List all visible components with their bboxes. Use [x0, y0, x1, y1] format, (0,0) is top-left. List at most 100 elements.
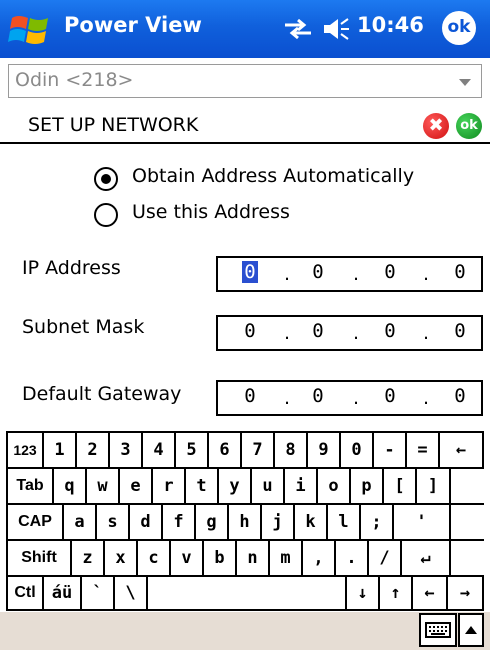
key-backslash[interactable]: \ [115, 577, 148, 609]
clock[interactable]: 10:46 [357, 13, 424, 37]
radio-obtain-automatically[interactable]: Obtain Address Automatically [94, 165, 474, 195]
key-n[interactable]: n [237, 541, 270, 575]
key-0[interactable]: 0 [341, 433, 374, 467]
key-k[interactable]: k [295, 505, 328, 539]
key-backtick[interactable]: ` [82, 577, 115, 609]
keyboard-row-3: CAP a s d f g h j k l ; ' [6, 503, 484, 539]
tab-key[interactable]: Tab [6, 469, 54, 503]
key-x[interactable]: x [105, 541, 138, 575]
section-header: SET UP NETWORK ✖ ok [0, 108, 490, 144]
arrow-right-key[interactable]: → [448, 577, 484, 609]
key-u[interactable]: u [252, 469, 285, 503]
menu-bar [0, 612, 490, 650]
octet-separator: . [423, 387, 430, 409]
device-select-value: Odin <218> [15, 69, 134, 91]
device-select[interactable]: Odin <218> [8, 64, 482, 98]
key-r[interactable]: r [153, 469, 186, 503]
gateway-octet-3[interactable]: 0 [378, 385, 402, 407]
chevron-up-icon [465, 626, 477, 634]
key-e[interactable]: e [120, 469, 153, 503]
octet-separator: . [353, 322, 360, 344]
gateway-octet-2[interactable]: 0 [306, 385, 330, 407]
key-period[interactable]: . [336, 541, 369, 575]
backspace-key[interactable]: ← [440, 433, 484, 467]
caps-lock-key[interactable]: CAP [6, 505, 64, 539]
key-123[interactable]: 123 [6, 433, 44, 467]
arrow-left-key[interactable]: ← [413, 577, 448, 609]
enter-key[interactable]: ↵ [402, 541, 451, 575]
key-equals[interactable]: = [407, 433, 440, 467]
key-6[interactable]: 6 [209, 433, 242, 467]
key-minus[interactable]: - [374, 433, 407, 467]
space-key[interactable] [148, 577, 347, 609]
key-s[interactable]: s [97, 505, 130, 539]
key-4[interactable]: 4 [143, 433, 176, 467]
key-2[interactable]: 2 [77, 433, 110, 467]
octet-separator: . [423, 322, 430, 344]
key-right-bracket[interactable]: ] [417, 469, 451, 503]
key-j[interactable]: j [262, 505, 295, 539]
key-3[interactable]: 3 [110, 433, 143, 467]
key-comma[interactable]: , [303, 541, 336, 575]
key-m[interactable]: m [270, 541, 303, 575]
title-ok-button[interactable]: ok [442, 11, 476, 45]
connectivity-icon[interactable] [282, 18, 314, 40]
cancel-button[interactable]: ✖ [423, 113, 449, 139]
key-c[interactable]: c [138, 541, 171, 575]
gateway-octet-1[interactable]: 0 [238, 385, 262, 407]
ip-octet-4[interactable]: 0 [448, 261, 472, 283]
key-o[interactable]: o [318, 469, 351, 503]
key-b[interactable]: b [204, 541, 237, 575]
key-i[interactable]: i [285, 469, 318, 503]
gateway-octet-4[interactable]: 0 [448, 385, 472, 407]
key-v[interactable]: v [171, 541, 204, 575]
key-slash[interactable]: / [369, 541, 402, 575]
ok-button[interactable]: ok [456, 113, 482, 139]
keyboard-toggle-button[interactable] [419, 613, 457, 647]
ctrl-key[interactable]: Ctl [6, 577, 44, 609]
ip-octet-1[interactable]: 0 [242, 261, 258, 283]
key-9[interactable]: 9 [308, 433, 341, 467]
ip-octet-3[interactable]: 0 [378, 261, 402, 283]
subnet-octet-2[interactable]: 0 [306, 320, 330, 342]
subnet-mask-input[interactable]: 0 . 0 . 0 . 0 [216, 315, 483, 351]
key-q[interactable]: q [54, 469, 87, 503]
radio-use-this-address[interactable]: Use this Address [94, 201, 474, 231]
key-a[interactable]: a [64, 505, 97, 539]
key-h[interactable]: h [229, 505, 262, 539]
windows-start-icon[interactable] [8, 12, 52, 48]
key-8[interactable]: 8 [275, 433, 308, 467]
key-apostrophe[interactable]: ' [394, 505, 451, 539]
arrow-down-key[interactable]: ↓ [347, 577, 380, 609]
default-gateway-input[interactable]: 0 . 0 . 0 . 0 [216, 380, 483, 416]
volume-icon[interactable] [322, 16, 350, 42]
key-y[interactable]: y [219, 469, 252, 503]
ip-octet-2[interactable]: 0 [306, 261, 330, 283]
key-p[interactable]: p [351, 469, 384, 503]
key-5[interactable]: 5 [176, 433, 209, 467]
accent-key[interactable]: áü [44, 577, 82, 609]
key-f[interactable]: f [163, 505, 196, 539]
key-l[interactable]: l [328, 505, 361, 539]
arrow-up-key[interactable]: ↑ [380, 577, 413, 609]
key-1[interactable]: 1 [44, 433, 77, 467]
key-semicolon[interactable]: ; [361, 505, 394, 539]
key-g[interactable]: g [196, 505, 229, 539]
chevron-down-icon[interactable] [459, 79, 471, 86]
subnet-octet-4[interactable]: 0 [448, 320, 472, 342]
key-7[interactable]: 7 [242, 433, 275, 467]
subnet-octet-3[interactable]: 0 [378, 320, 402, 342]
keyboard-row-4: Shift z x c v b n m , . / ↵ [6, 539, 484, 575]
key-d[interactable]: d [130, 505, 163, 539]
radio-circle[interactable] [94, 167, 118, 191]
key-t[interactable]: t [186, 469, 219, 503]
radio-circle[interactable] [94, 203, 118, 227]
radio-label: Use this Address [132, 201, 290, 223]
subnet-octet-1[interactable]: 0 [238, 320, 262, 342]
key-left-bracket[interactable]: [ [384, 469, 417, 503]
key-z[interactable]: z [72, 541, 105, 575]
input-menu-button[interactable] [458, 613, 484, 647]
key-w[interactable]: w [87, 469, 120, 503]
shift-key[interactable]: Shift [6, 541, 72, 575]
ip-address-input[interactable]: 0 . 0 . 0 . 0 [216, 256, 483, 292]
